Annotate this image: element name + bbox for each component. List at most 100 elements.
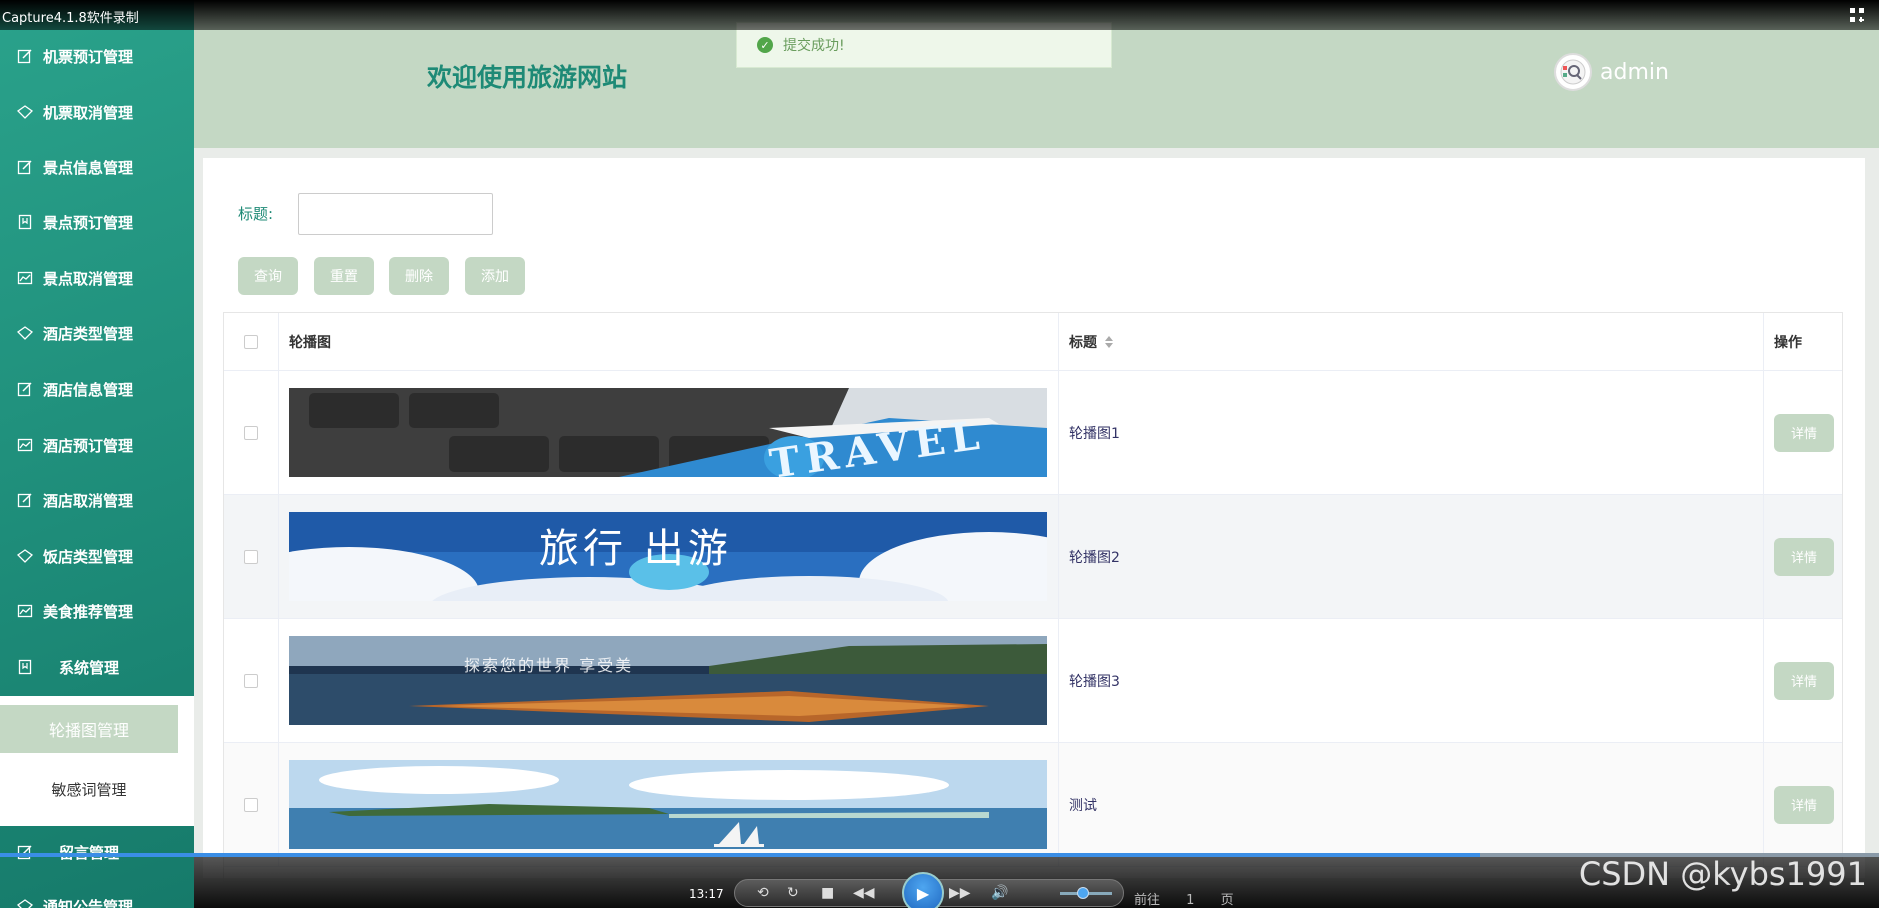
- main-panel: 标题: 查询 重置 删除 添加 轮播图 标题 操作 TRAVEL 轮播图1 详情…: [203, 158, 1865, 882]
- column-header-title[interactable]: 标题: [1059, 313, 1764, 370]
- avatar[interactable]: [1554, 53, 1592, 91]
- sidebar-item-food-recommend[interactable]: 美食推荐管理: [0, 589, 194, 633]
- carousel-image: 旅行 出游: [289, 512, 1047, 601]
- table-row: TRAVEL 轮播图1 详情: [224, 371, 1842, 495]
- column-header-image: 轮播图: [279, 313, 1059, 370]
- fullscreen-icon[interactable]: [1849, 7, 1865, 23]
- sidebar-item-system[interactable]: 系统管理: [0, 645, 194, 689]
- table-row: 旅行 出游 轮播图2 详情: [224, 495, 1842, 619]
- row-title: 轮播图2: [1059, 495, 1764, 618]
- reset-button[interactable]: 重置: [314, 257, 374, 295]
- sidebar-item-label: 酒店预订管理: [43, 436, 134, 455]
- banner-text: 旅行 出游: [539, 526, 732, 572]
- submenu-item-carousel[interactable]: 轮播图管理: [0, 705, 178, 753]
- column-header-action: 操作: [1774, 334, 1802, 351]
- diamond-icon: [16, 547, 34, 565]
- chart-icon: [16, 436, 34, 454]
- page-number[interactable]: 1: [1186, 893, 1194, 908]
- sidebar-item-label: 饭店类型管理: [43, 547, 134, 566]
- select-all-checkbox[interactable]: [244, 334, 258, 349]
- sidebar-item-label: 美食推荐管理: [43, 602, 134, 621]
- sidebar-item-notice[interactable]: 通知公告管理: [0, 884, 194, 908]
- sidebar-item-label: 酒店类型管理: [43, 324, 134, 343]
- detail-button[interactable]: 详情: [1774, 661, 1834, 700]
- table-header: 轮播图 标题 操作: [224, 313, 1842, 371]
- table-row: 探索您的世界 享受美 轮播图3 详情: [224, 619, 1842, 743]
- sidebar-item-flight-cancel[interactable]: 机票取消管理: [0, 90, 194, 134]
- row-checkbox[interactable]: [244, 549, 258, 564]
- row-checkbox[interactable]: [244, 797, 258, 812]
- sidebar-item-label: 通知公告管理: [43, 897, 134, 908]
- volume-icon[interactable]: 🔊: [991, 885, 1008, 901]
- row-title: 轮播图3: [1059, 619, 1764, 742]
- next-icon[interactable]: ▶▶: [949, 885, 971, 901]
- edit-icon: [16, 47, 34, 65]
- sidebar-item-label: 系统管理: [59, 658, 120, 677]
- rewind-marker-icon[interactable]: ⟲: [757, 885, 769, 901]
- title-search-input[interactable]: [298, 193, 493, 235]
- row-checkbox[interactable]: [244, 425, 258, 440]
- user-menu[interactable]: admin: [1554, 53, 1669, 91]
- detail-button[interactable]: 详情: [1774, 537, 1834, 576]
- row-checkbox[interactable]: [244, 673, 258, 688]
- play-icon: ▶: [916, 883, 930, 903]
- carousel-image: TRAVEL: [289, 388, 1047, 477]
- volume-slider-knob[interactable]: [1077, 887, 1089, 899]
- sidebar-item-label: 景点预订管理: [43, 213, 134, 232]
- delete-button[interactable]: 删除: [389, 257, 449, 295]
- chart-icon: [16, 269, 34, 287]
- submenu-item-sensitive-words[interactable]: 敏感词管理: [0, 765, 178, 813]
- table-row: 测试 详情: [224, 743, 1842, 867]
- username: admin: [1600, 59, 1669, 85]
- sidebar-item-flight-booking[interactable]: 机票预订管理: [0, 34, 194, 78]
- edit-icon: [16, 380, 34, 398]
- carousel-table: 轮播图 标题 操作 TRAVEL 轮播图1 详情 旅行 出游 轮播图2 详情 探…: [223, 312, 1843, 882]
- previous-icon[interactable]: ◀◀: [853, 885, 875, 901]
- sidebar-item-hotel-info[interactable]: 酒店信息管理: [0, 367, 194, 411]
- page-suffix: 页: [1220, 893, 1234, 908]
- banner-text: 探索您的世界 享受美: [464, 656, 634, 675]
- sidebar-item-label: 机票预订管理: [43, 47, 134, 66]
- sidebar-item-hotel-cancel[interactable]: 酒店取消管理: [0, 478, 194, 522]
- pagination-jump: 前往 1 页: [1134, 889, 1234, 908]
- edit-icon: [16, 843, 34, 861]
- row-title: 测试: [1059, 743, 1764, 866]
- diamond-icon: [16, 103, 34, 121]
- watermark: CSDN @kybs1991: [1578, 855, 1867, 893]
- sidebar-item-label: 酒店信息管理: [43, 380, 134, 399]
- play-button[interactable]: ▶: [902, 872, 944, 908]
- recorder-title-bar: Capture4.1.8软件录制: [0, 0, 1879, 30]
- detail-button[interactable]: 详情: [1774, 785, 1834, 824]
- sidebar-item-label: 景点信息管理: [43, 158, 134, 177]
- diamond-icon: [16, 897, 34, 908]
- detail-button[interactable]: 详情: [1774, 413, 1834, 452]
- sidebar-item-attraction-cancel[interactable]: 景点取消管理: [0, 256, 194, 300]
- sidebar-item-attraction-info[interactable]: 景点信息管理: [0, 145, 194, 189]
- sidebar-item-message[interactable]: 留言管理: [0, 830, 194, 874]
- edit-icon: [16, 158, 34, 176]
- sidebar-item-hotel-booking[interactable]: 酒店预订管理: [0, 423, 194, 467]
- sidebar-item-label: 酒店取消管理: [43, 491, 134, 510]
- stop-icon[interactable]: ■: [821, 885, 834, 901]
- refresh-icon[interactable]: ↻: [787, 885, 799, 901]
- playback-time: 13:17: [689, 887, 724, 901]
- carousel-image: 探索您的世界 享受美: [289, 636, 1047, 725]
- sort-icon[interactable]: [1105, 335, 1113, 348]
- toast-message: 提交成功!: [783, 38, 845, 54]
- edit-icon: [16, 491, 34, 509]
- carousel-image: [289, 760, 1047, 849]
- diamond-icon: [16, 324, 34, 342]
- row-title: 轮播图1: [1059, 371, 1764, 494]
- sidebar-item-restaurant-type[interactable]: 饭店类型管理: [0, 534, 194, 578]
- query-button[interactable]: 查询: [238, 257, 298, 295]
- sidebar-item-attraction-booking[interactable]: 景点预订管理: [0, 200, 194, 244]
- bookmark-icon: [16, 213, 34, 231]
- page-prefix: 前往: [1134, 893, 1161, 908]
- chart-icon: [16, 602, 34, 620]
- sidebar-item-label: 留言管理: [59, 842, 119, 863]
- add-button[interactable]: 添加: [465, 257, 525, 295]
- site-title: 欢迎使用旅游网站: [427, 63, 628, 92]
- sidebar-item-hotel-type[interactable]: 酒店类型管理: [0, 311, 194, 355]
- sidebar: 机票预订管理 机票取消管理 景点信息管理 景点预订管理 景点取消管理 酒店类型管…: [0, 0, 194, 908]
- title-search-label: 标题:: [238, 205, 274, 223]
